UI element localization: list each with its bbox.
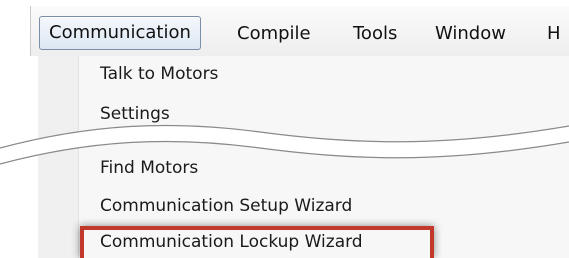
highlight-box (80, 226, 434, 258)
menu-communication[interactable]: Communication (39, 16, 201, 50)
menu-compile[interactable]: Compile (237, 18, 311, 50)
menu-item-talk-to-motors[interactable]: Talk to Motors (100, 64, 218, 84)
menu-tools[interactable]: Tools (353, 18, 397, 50)
menu-icon-gutter (38, 56, 79, 258)
menu-bar: Communication Compile Tools Window H (30, 6, 569, 56)
menu-item-settings[interactable]: Settings (100, 104, 170, 124)
menu-window[interactable]: Window (435, 18, 506, 50)
menu-help-partial[interactable]: H (547, 18, 561, 50)
menu-item-find-motors[interactable]: Find Motors (100, 158, 198, 178)
menu-item-communication-setup-wizard[interactable]: Communication Setup Wizard (100, 196, 352, 216)
